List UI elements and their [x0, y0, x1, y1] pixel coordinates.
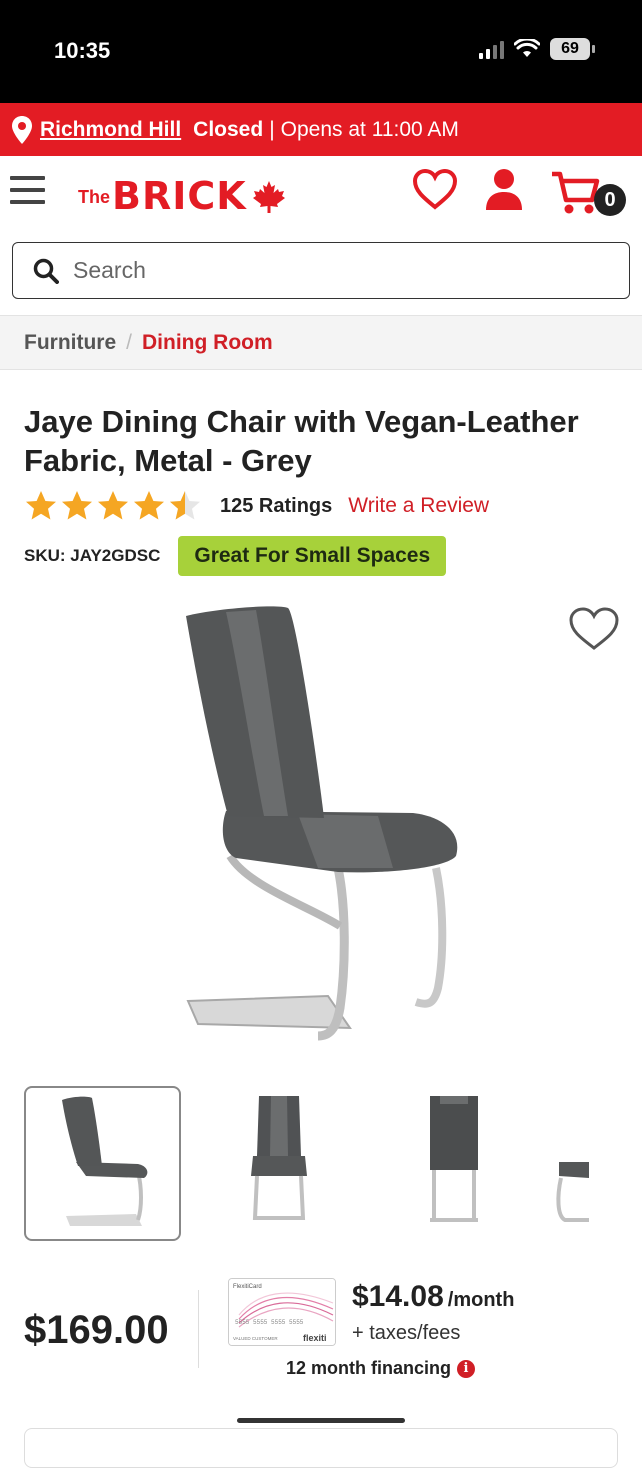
- financing-label: 12 month financing: [286, 1358, 452, 1378]
- thumbnail-gallery: [0, 1086, 642, 1242]
- thumbnail-4[interactable]: [549, 1086, 609, 1241]
- product-main-image[interactable]: [0, 594, 642, 1064]
- chair-image: [186, 606, 458, 1041]
- search-box[interactable]: [12, 242, 630, 299]
- battery-icon: 69: [550, 38, 595, 60]
- half-star-icon: [170, 491, 200, 520]
- search-icon: [33, 258, 59, 284]
- shopping-cart-icon[interactable]: [550, 170, 600, 216]
- star-icon: [26, 491, 56, 520]
- sku-row: SKU: JAY2GDSC Great For Small Spaces: [24, 536, 618, 576]
- store-hours: Opens at 11:00 AM: [280, 117, 459, 141]
- feature-badge: Great For Small Spaces: [178, 536, 447, 576]
- card-holder: VALUED CUSTOMER: [233, 1336, 278, 1341]
- chair-thumbnail-side: [62, 1096, 148, 1226]
- chair-thumbnail-partial: [556, 1162, 589, 1222]
- flexiti-card-image[interactable]: FlexitiCard 5555 5555 5555 5555 VALUED C…: [228, 1278, 336, 1346]
- sku-label: SKU: JAY2GDSC: [24, 546, 161, 565]
- card-number: 5555 5555 5555 5555: [235, 1319, 304, 1326]
- signal-icon: [479, 39, 504, 59]
- store-name-link[interactable]: Richmond Hill: [40, 118, 181, 142]
- thumbnail-3[interactable]: [374, 1086, 531, 1241]
- location-pin-icon: [12, 115, 32, 144]
- write-review-link[interactable]: Write a Review: [348, 494, 489, 518]
- star-icon: [98, 491, 128, 520]
- add-to-wishlist-heart-icon[interactable]: [568, 606, 620, 652]
- thumbnail-1[interactable]: [24, 1086, 181, 1241]
- breadcrumb-item-dining-room[interactable]: Dining Room: [142, 331, 273, 355]
- monthly-price: $14.08/month: [352, 1280, 514, 1314]
- logo-brick: BRICK: [112, 174, 247, 218]
- home-indicator[interactable]: [237, 1418, 405, 1423]
- site-header: The BRICK: [0, 156, 642, 242]
- card-logo: flexiti: [303, 1333, 327, 1343]
- monthly-amount: $14.08: [352, 1280, 444, 1313]
- status-bar: 10:35 69: [0, 0, 642, 103]
- monthly-unit: /month: [447, 1289, 515, 1311]
- wishlist-heart-icon[interactable]: [412, 168, 458, 210]
- star-rating[interactable]: [24, 489, 202, 523]
- store-bar: Richmond Hill Closed | Opens at 11:00 AM: [0, 103, 642, 156]
- product-price: $169.00: [24, 1308, 169, 1352]
- financing-info: 12 month financing i: [286, 1358, 476, 1379]
- product-title: Jaye Dining Chair with Vegan-Leather Fab…: [24, 404, 579, 478]
- bottom-card: [24, 1428, 618, 1468]
- status-icons: 69: [479, 38, 595, 60]
- breadcrumb-item-furniture[interactable]: Furniture: [24, 331, 116, 355]
- breadcrumb-separator: /: [126, 330, 133, 354]
- rating-count[interactable]: 125 Ratings: [220, 495, 332, 518]
- credit-card-icon: FlexitiCard 5555 5555 5555 5555 VALUED C…: [229, 1279, 335, 1345]
- logo-the: The: [78, 187, 111, 207]
- wifi-icon: [514, 39, 540, 57]
- account-user-icon[interactable]: [484, 168, 524, 212]
- taxes-fees-label: + taxes/fees: [352, 1322, 461, 1344]
- price-divider: [198, 1290, 199, 1368]
- card-brand: FlexitiCard: [233, 1284, 262, 1290]
- search-bar: [0, 242, 642, 299]
- brand-logo[interactable]: The BRICK: [78, 174, 287, 218]
- star-icon: [134, 491, 164, 520]
- maple-leaf-icon: [252, 181, 285, 213]
- star-icon: [62, 491, 92, 520]
- cart-count-badge: 0: [594, 184, 626, 216]
- menu-icon[interactable]: [10, 176, 45, 206]
- search-input[interactable]: [73, 257, 573, 284]
- status-time: 10:35: [54, 38, 111, 63]
- chair-thumbnail-front: [251, 1096, 307, 1220]
- store-status: Closed: [193, 117, 264, 141]
- store-separator: |: [269, 117, 275, 141]
- chair-thumbnail-back: [430, 1096, 478, 1222]
- price-area: $169.00 FlexitiCard 5555 5555 5555 5555 …: [0, 1242, 642, 1422]
- info-icon[interactable]: i: [457, 1359, 476, 1378]
- rating-row: 125 Ratings Write a Review: [24, 488, 618, 524]
- thumbnail-2[interactable]: [199, 1086, 356, 1241]
- breadcrumb: Furniture / Dining Room: [0, 315, 642, 370]
